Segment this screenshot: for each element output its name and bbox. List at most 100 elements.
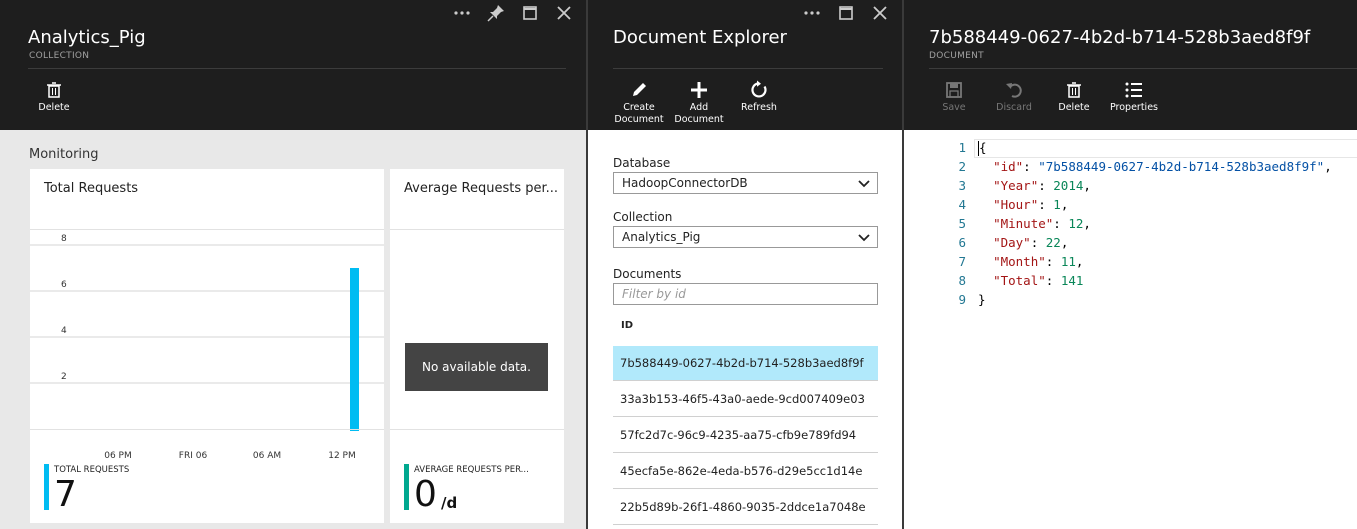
code-line: 3 "Year": 2014, xyxy=(904,178,1357,197)
line-number: 2 xyxy=(958,159,966,174)
x-tick-label: 12 PM xyxy=(328,451,356,461)
delete-button[interactable]: Delete xyxy=(1046,80,1102,114)
documents-label: Documents xyxy=(613,267,682,281)
document-row[interactable]: 33a3b153-46f5-43a0-aede-9cd007409e03 xyxy=(613,382,878,417)
tile-title: Total Requests xyxy=(44,181,139,196)
id-column-header: ID xyxy=(621,320,634,331)
summary-value: 0 xyxy=(414,474,437,515)
document-blade: 7b588449-0627-4b2d-b714-528b3aed8f9f DOC… xyxy=(904,0,1357,529)
undo-icon xyxy=(1004,80,1024,100)
line-number: 3 xyxy=(958,178,966,193)
close-icon[interactable] xyxy=(870,3,890,23)
code-text: "Total": 141 xyxy=(993,273,1084,288)
code-line: 9} xyxy=(904,292,1357,311)
trash-icon xyxy=(44,80,64,100)
more-icon[interactable] xyxy=(452,3,472,23)
monitoring-section-title: Monitoring xyxy=(29,147,99,162)
code-line: 4 "Hour": 1, xyxy=(904,197,1357,216)
delete-button[interactable]: Delete xyxy=(26,80,82,114)
maximize-icon[interactable] xyxy=(520,3,540,23)
discard-button[interactable]: Discard xyxy=(986,80,1042,114)
save-icon xyxy=(944,80,964,100)
line-number: 4 xyxy=(958,197,966,212)
summary-color-bar xyxy=(44,464,49,510)
json-key: "Total" xyxy=(993,273,1046,288)
y-tick-label: 6 xyxy=(61,280,67,290)
header-divider xyxy=(28,68,566,69)
filter-placeholder: Filter by id xyxy=(622,287,686,301)
document-row[interactable]: 7b588449-0627-4b2d-b714-528b3aed8f9f xyxy=(613,346,878,381)
properties-button[interactable]: Properties xyxy=(1106,80,1162,114)
tile-title: Average Requests per... xyxy=(404,181,559,196)
document-row[interactable]: 45ecfa5e-862e-4eda-b576-d29e5cc1d14e xyxy=(613,454,878,489)
refresh-icon xyxy=(749,80,769,100)
blade-title: Document Explorer xyxy=(613,27,787,48)
blade-header: Analytics_Pig COLLECTION Delete xyxy=(0,0,586,130)
trash-icon xyxy=(1064,80,1084,100)
add-document-label: Add Document xyxy=(674,102,724,125)
summary-divider xyxy=(30,429,384,430)
refresh-button[interactable]: Refresh xyxy=(731,80,787,114)
document-row[interactable]: 57fc2d7c-96c9-4235-aa75-cfb9e789fd94 xyxy=(613,418,878,453)
json-key: "Month" xyxy=(993,254,1046,269)
collection-content: Monitoring Total Requests 8 6 4 2 06 PM FRI 0… xyxy=(0,130,586,529)
y-tick-label: 4 xyxy=(61,326,67,336)
code-line: 1{ xyxy=(904,140,1357,159)
filter-input[interactable]: Filter by id xyxy=(613,283,878,305)
code-line: 8 "Total": 141 xyxy=(904,273,1357,292)
code-text: "Minute": 12, xyxy=(993,216,1091,231)
json-value: 1 xyxy=(1053,197,1061,212)
text-caret xyxy=(978,141,979,156)
document-row[interactable]: 22b5d89b-26f1-4860-9035-2ddce1a7048e xyxy=(613,490,878,525)
json-value: 11 xyxy=(1060,254,1076,269)
header-divider xyxy=(929,68,1357,69)
document-explorer-blade: Document Explorer Create Document Add Do… xyxy=(588,0,902,529)
document-id: 57fc2d7c-96c9-4235-aa75-cfb9e789fd94 xyxy=(620,428,857,442)
summary-color-bar xyxy=(404,464,409,510)
create-document-label: Create Document xyxy=(614,102,664,125)
line-number: 6 xyxy=(958,235,966,250)
code-text: "Hour": 1, xyxy=(993,197,1069,212)
code-text: } xyxy=(978,292,986,307)
code-line: 6 "Day": 22, xyxy=(904,235,1357,254)
close-icon[interactable] xyxy=(554,3,574,23)
blade-window-controls xyxy=(802,3,890,23)
maximize-icon[interactable] xyxy=(836,3,856,23)
summary-unit: /d xyxy=(441,494,458,512)
blade-window-controls xyxy=(452,3,574,23)
properties-label: Properties xyxy=(1109,102,1158,113)
header-divider xyxy=(613,68,883,69)
more-icon[interactable] xyxy=(802,3,822,23)
json-value: "7b588449-0627-4b2d-b714-528b3aed8f9f" xyxy=(1038,159,1325,174)
create-document-button[interactable]: Create Document xyxy=(611,80,667,126)
code-text: "Year": 2014, xyxy=(993,178,1091,193)
json-key: "Year" xyxy=(993,178,1039,193)
collection-select[interactable]: Analytics_Pig xyxy=(613,226,878,248)
json-value: 141 xyxy=(1060,273,1084,288)
line-number: 1 xyxy=(958,140,966,155)
x-tick-label: 06 PM xyxy=(104,451,132,461)
document-id: 7b588449-0627-4b2d-b714-528b3aed8f9f xyxy=(620,356,864,370)
code-line: 7 "Month": 11, xyxy=(904,254,1357,273)
total-requests-tile[interactable]: Total Requests 8 6 4 2 06 PM FRI 06 06 AM 12 PM… xyxy=(30,169,384,523)
json-value: 12 xyxy=(1068,216,1084,231)
no-data-message: No available data. xyxy=(405,343,548,391)
save-button[interactable]: Save xyxy=(926,80,982,114)
code-text: { xyxy=(978,140,987,156)
database-label: Database xyxy=(613,156,671,170)
tile-divider xyxy=(390,229,564,230)
document-editor[interactable]: 1{2 "id": "7b588449-0627-4b2d-b714-528b3… xyxy=(904,130,1357,529)
json-key: "Minute" xyxy=(993,216,1054,231)
pin-icon[interactable] xyxy=(486,3,506,23)
database-select-value: HadoopConnectorDB xyxy=(622,176,748,190)
blade-title: 7b588449-0627-4b2d-b714-528b3aed8f9f xyxy=(929,27,1311,48)
y-tick-label: 2 xyxy=(61,372,67,382)
x-tick-label: 06 AM xyxy=(253,451,281,461)
document-id: 33a3b153-46f5-43a0-aede-9cd007409e03 xyxy=(620,392,865,406)
collection-select-value: Analytics_Pig xyxy=(622,230,701,244)
code-line: 2 "id": "7b588449-0627-4b2d-b714-528b3ae… xyxy=(904,159,1357,178)
average-requests-tile[interactable]: Average Requests per... No available dat… xyxy=(390,169,564,523)
refresh-label: Refresh xyxy=(741,102,777,113)
database-select[interactable]: HadoopConnectorDB xyxy=(613,172,878,194)
add-document-button[interactable]: Add Document xyxy=(671,80,727,126)
